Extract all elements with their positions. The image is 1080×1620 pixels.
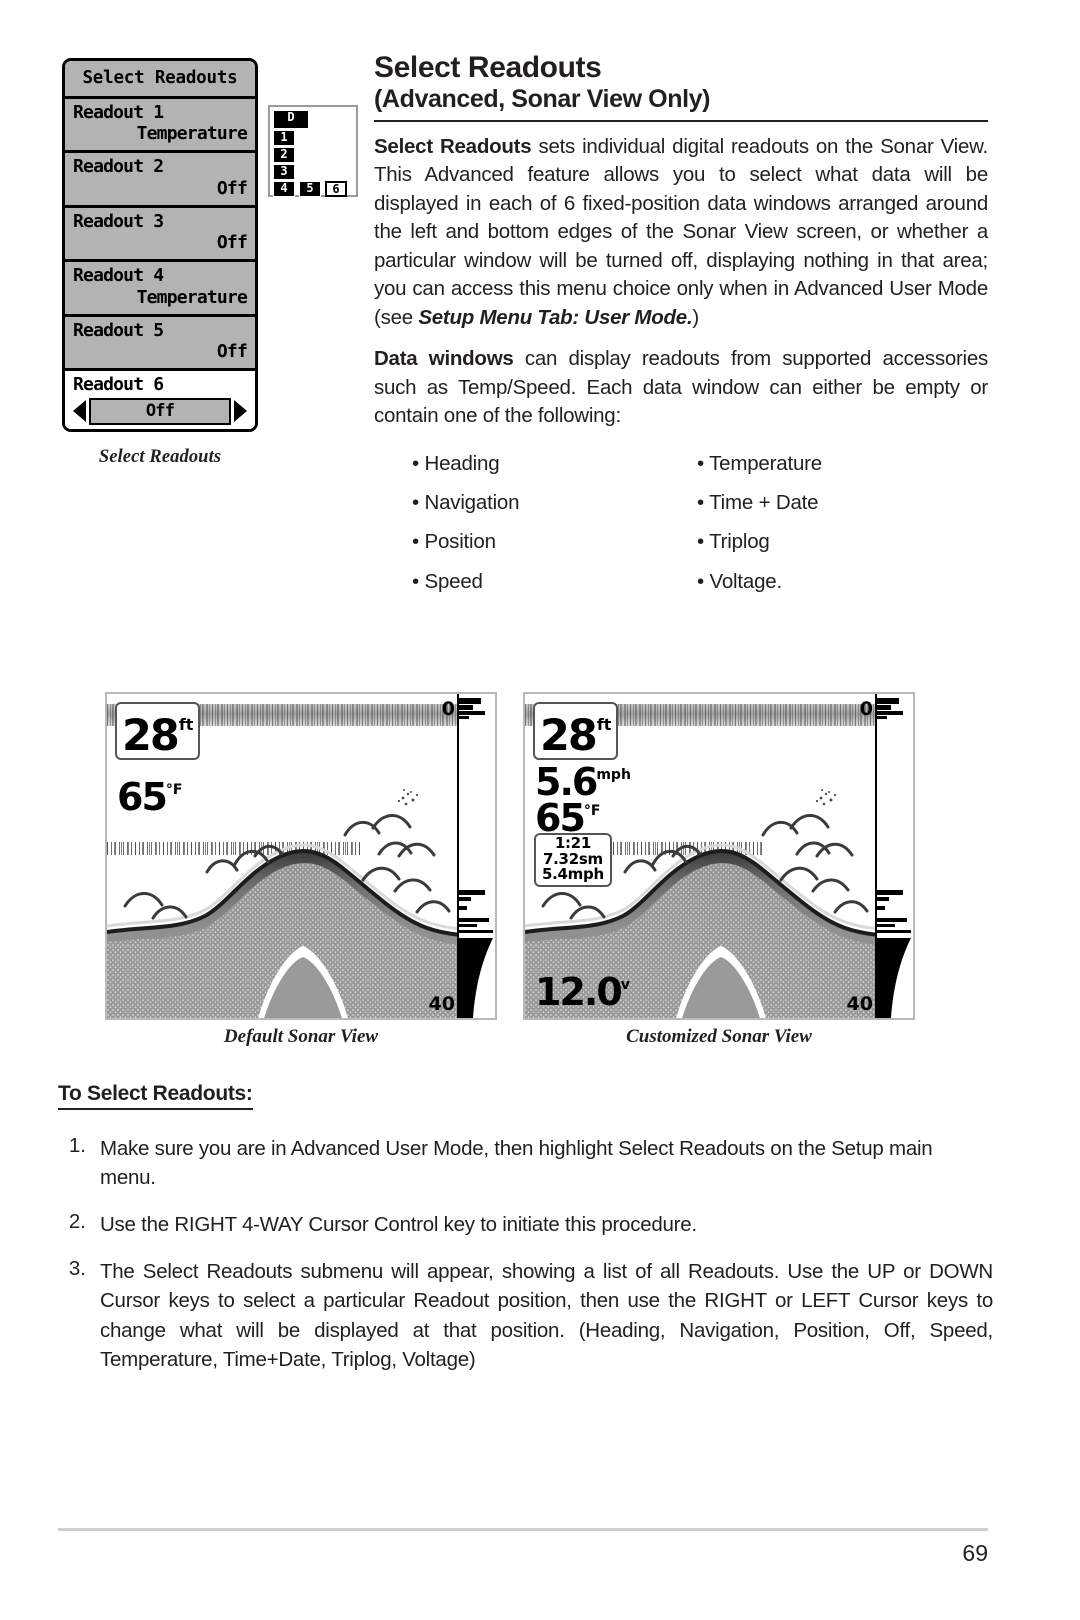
customized-sonar-view-caption: Customized Sonar View <box>626 1026 812 1047</box>
menu-row-label: Readout 3 <box>73 210 164 232</box>
paragraph-tail: ) <box>692 305 699 329</box>
triplog-readout: 1:21 7.32sm 5.4mph <box>534 833 612 887</box>
menu-row-value: Temperature <box>136 123 248 145</box>
readout-options-list: • Heading • Navigation • Position • Spee… <box>374 444 988 601</box>
voltage-readout: 12.0v <box>535 970 630 1014</box>
procedure-heading: To Select Readouts: <box>58 1082 253 1110</box>
menu-row-value: Off <box>216 177 248 199</box>
layout-cell-5: 5 <box>299 181 321 197</box>
page-title: Select Readouts <box>374 51 602 84</box>
step-text: Make sure you are in Advanced User Mode,… <box>100 1137 933 1190</box>
return-intensity-bars <box>877 698 911 1018</box>
left-arrow-icon[interactable] <box>73 400 86 423</box>
sonar-return-scale <box>875 694 913 1018</box>
procedure-step-3: 3. The Select Readouts submenu will appe… <box>58 1257 993 1373</box>
procedure-step-1: 1. Make sure you are in Advanced User Mo… <box>58 1134 993 1192</box>
option-navigation: • Navigation <box>412 491 520 515</box>
option-temperature: • Temperature <box>697 451 822 475</box>
layout-cell-4: 4 <box>273 181 295 197</box>
customized-sonar-screen: 28ft 5.6mph 65°F 1:21 7.32sm 5.4mph 12.0… <box>523 692 915 1020</box>
depth-scale-top: 0 <box>859 698 873 720</box>
menu-row-value: Off <box>216 341 248 363</box>
layout-cell-1: 1 <box>273 130 295 146</box>
option-speed: • Speed <box>412 569 483 593</box>
procedure-step-2: 2. Use the RIGHT 4-WAY Cursor Control ke… <box>58 1210 993 1239</box>
depth-readout: 28ft <box>115 702 201 760</box>
data-window-layout-diagram: D 1 2 3 4 5 6 <box>268 105 358 197</box>
temperature-readout: 65°F <box>117 775 183 819</box>
paragraph-data-windows: Data windows can display readouts from s… <box>374 345 988 430</box>
sonar-return-scale <box>457 694 495 1018</box>
menu-row-readout-4[interactable]: Readout 4 Temperature <box>65 262 255 317</box>
options-column-right: • Temperature • Time + Date • Triplog • … <box>681 444 988 601</box>
menu-figure-caption: Select Readouts <box>98 446 222 467</box>
customized-sonar-view-figure: 28ft 5.6mph 65°F 1:21 7.32sm 5.4mph 12.0… <box>523 692 915 1047</box>
menu-row-label: Readout 4 <box>73 265 164 287</box>
option-time-date: • Time + Date <box>697 491 819 515</box>
layout-cell-6: 6 <box>325 181 347 197</box>
menu-row-readout-2[interactable]: Readout 2 Off <box>65 153 255 208</box>
menu-row-readout-6-selected[interactable]: Readout 6 Off <box>65 371 255 429</box>
menu-row-label: Readout 1 <box>73 102 164 123</box>
lcd-menu-panel: Select Readouts Readout 1 Temperature Re… <box>62 58 258 432</box>
paragraph-body-text: sets individual digital readouts on the … <box>374 134 988 329</box>
return-intensity-bars <box>459 698 493 1018</box>
depth-scale-bottom: 40 <box>846 993 873 1015</box>
option-voltage: • Voltage. <box>697 569 782 593</box>
option-triplog: • Triplog <box>697 530 770 554</box>
value-slider[interactable]: Off <box>73 397 247 425</box>
select-readouts-menu-figure: Select Readouts Readout 1 Temperature Re… <box>62 58 258 468</box>
options-column-left: • Heading • Navigation • Position • Spee… <box>374 444 681 601</box>
menu-row-value: Off <box>89 397 231 425</box>
menu-row-label: Readout 2 <box>73 156 164 178</box>
menu-row-readout-3[interactable]: Readout 3 Off <box>65 207 255 263</box>
footer-rule <box>58 1528 988 1531</box>
article-column: Select Readouts (Advanced, Sonar View On… <box>374 51 988 601</box>
option-position: • Position <box>412 530 496 554</box>
step-number: 1. <box>68 1134 86 1157</box>
default-sonar-screen: 28ft 65°F 0 40 <box>105 692 497 1020</box>
paragraph-description: Select Readouts sets individual digital … <box>374 133 988 332</box>
procedure-section: To Select Readouts: 1. Make sure you are… <box>58 1082 993 1374</box>
menu-row-value: Off <box>216 232 248 254</box>
option-heading: • Heading <box>412 451 500 475</box>
default-sonar-view-figure: 28ft 65°F 0 40 Default Sonar View <box>105 692 497 1047</box>
menu-row-label: Readout 6 <box>73 374 164 396</box>
page-subtitle: (Advanced, Sonar View Only) <box>374 85 711 114</box>
paragraph-lead-term: Select Readouts <box>374 134 532 158</box>
menu-row-label: Readout 5 <box>73 319 164 341</box>
menu-row-readout-1[interactable]: Readout 1 Temperature <box>65 99 255 154</box>
step-text: The Select Readouts submenu will appear,… <box>100 1260 993 1371</box>
step-text: Use the RIGHT 4-WAY Cursor Control key t… <box>100 1213 697 1237</box>
layout-cell-depth: D <box>273 110 309 129</box>
menu-row-value: Temperature <box>136 286 248 308</box>
depth-readout: 28ft <box>533 702 619 760</box>
page-number: 69 <box>962 1540 988 1566</box>
menu-title: Select Readouts <box>65 61 255 99</box>
step-number: 3. <box>68 1257 86 1281</box>
right-arrow-icon[interactable] <box>234 400 247 423</box>
menu-row-readout-5[interactable]: Readout 5 Off <box>65 316 255 372</box>
title-rule <box>374 119 988 122</box>
layout-cell-2: 2 <box>273 147 295 163</box>
depth-scale-top: 0 <box>441 698 455 720</box>
depth-scale-bottom: 40 <box>428 993 455 1015</box>
temperature-readout: 65°F <box>535 796 601 840</box>
step-number: 2. <box>68 1210 86 1234</box>
cross-reference: Setup Menu Tab: User Mode. <box>418 305 693 329</box>
triplog-speed: 5.4mph <box>542 865 604 883</box>
layout-cell-3: 3 <box>273 164 295 180</box>
default-sonar-view-caption: Default Sonar View <box>223 1026 379 1047</box>
paragraph-lead-term: Data windows <box>374 347 514 371</box>
